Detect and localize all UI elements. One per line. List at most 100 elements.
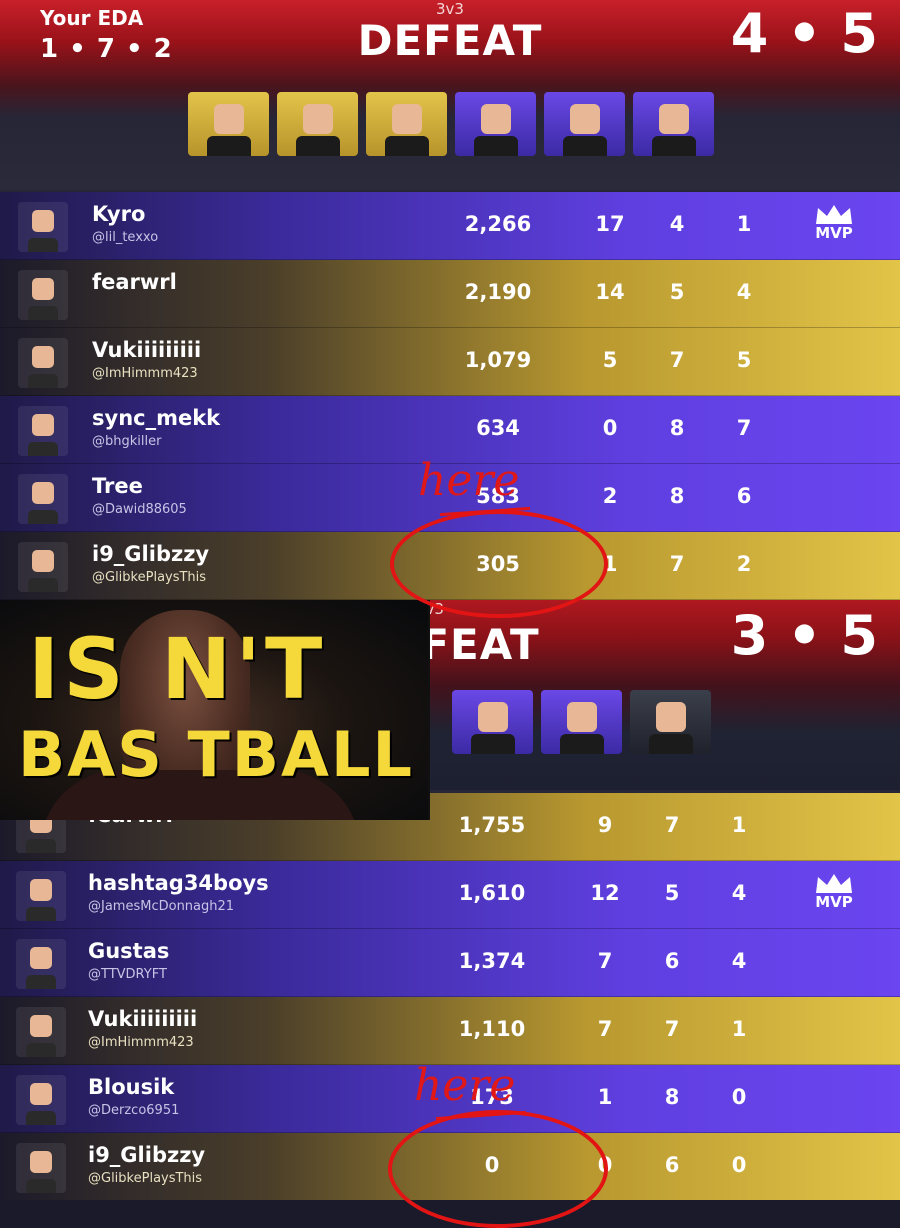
mvp-label: MVP	[815, 224, 853, 242]
player-name: Gustas	[88, 939, 170, 963]
player-name: hashtag34boys	[88, 871, 269, 895]
player-kills: 9	[597, 813, 613, 837]
avatar-body	[26, 907, 56, 921]
avatar-body	[28, 442, 58, 456]
avatar-head	[391, 104, 422, 134]
player-handle: @Derzco6951	[88, 1103, 180, 1118]
mvp-badge: MVP	[806, 873, 862, 911]
avatar-body	[206, 136, 251, 156]
avatar-head	[658, 104, 689, 134]
player-handle: @ImHimmm423	[88, 1035, 194, 1050]
player-kills: 7	[597, 1017, 613, 1041]
avatar-body	[473, 136, 518, 156]
player-assists: 1	[731, 1017, 747, 1041]
player-row[interactable]: Kyro @lil_texxo 2,266 17 4 1 MVP	[0, 192, 900, 260]
player-row[interactable]: hashtag34boys @JamesMcDonnagh21 1,610 12 5 4 M…	[0, 861, 900, 929]
player-deaths: 6	[664, 1153, 680, 1177]
avatar-body	[28, 306, 58, 320]
meme-thumbnail: IS N'T BAS TBALL	[0, 600, 430, 820]
player-avatar	[541, 690, 622, 754]
crown-icon	[816, 205, 852, 224]
player-kills: 0	[602, 416, 618, 440]
avatar-body	[26, 1043, 56, 1057]
player-avatar	[544, 92, 625, 156]
crown-icon	[816, 874, 852, 893]
player-name: Tree	[92, 474, 143, 498]
avatar-head	[213, 104, 244, 134]
avatar-body	[562, 136, 607, 156]
player-avatar	[18, 406, 68, 456]
player-kills: 12	[590, 881, 620, 905]
player-handle: @ImHimmm423	[92, 366, 198, 381]
player-kills: 5	[602, 348, 618, 372]
avatar-head	[477, 702, 508, 732]
player-avatar	[18, 338, 68, 388]
avatar-head	[32, 414, 54, 436]
player-avatar	[366, 92, 447, 156]
player-row[interactable]: Vukiiiiiiiii @ImHimmm423 1,079 5 7 5	[0, 328, 900, 396]
player-name: Kyro	[92, 202, 146, 226]
annotation-circle-1	[390, 510, 608, 618]
thumbnail-text-top: IS N'T	[28, 620, 327, 718]
player-kills: 1	[597, 1085, 613, 1109]
player-assists: 4	[736, 280, 752, 304]
mvp-label: MVP	[815, 893, 853, 911]
avatar-head	[32, 482, 54, 504]
player-assists: 1	[731, 813, 747, 837]
avatar-body	[384, 136, 429, 156]
avatar-body	[28, 238, 58, 252]
player-kills: 2	[602, 484, 618, 508]
annotation-here-1: here	[418, 455, 520, 506]
player-deaths: 5	[664, 881, 680, 905]
player-handle: @GlibkePlaysThis	[88, 1171, 203, 1186]
player-deaths: 7	[664, 1017, 680, 1041]
player-handle: @TTVDRYFT	[88, 967, 167, 982]
player-row[interactable]: fearwrl 2,190 14 5 4	[0, 260, 900, 328]
match-score: 4 • 5	[730, 2, 878, 65]
avatar-body	[651, 136, 696, 156]
avatar-head	[30, 1151, 52, 1173]
player-name: Blousik	[88, 1075, 175, 1099]
player-assists: 2	[736, 552, 752, 576]
avatar-body	[26, 839, 56, 853]
player-points: 2,266	[464, 212, 532, 236]
player-handle: @Dawid88605	[92, 502, 187, 517]
player-deaths: 7	[669, 552, 685, 576]
player-points: 634	[476, 416, 520, 440]
player-handle: @bhgkiller	[92, 434, 162, 449]
player-deaths: 8	[664, 1085, 680, 1109]
match-score: 3 • 5	[730, 604, 878, 667]
avatar-head	[30, 1015, 52, 1037]
avatar-head	[30, 947, 52, 969]
player-name: i9_Glibzzy	[88, 1143, 206, 1167]
player-points: 1,110	[458, 1017, 526, 1041]
player-row[interactable]: sync_mekk @bhgkiller 634 0 8 7	[0, 396, 900, 464]
player-assists: 4	[731, 881, 747, 905]
player-assists: 6	[736, 484, 752, 508]
avatar-head	[32, 550, 54, 572]
avatar-head	[30, 1083, 52, 1105]
avatar-body	[470, 734, 515, 754]
avatar-head	[32, 346, 54, 368]
player-points: 2,190	[464, 280, 532, 304]
player-avatar	[630, 690, 711, 754]
player-points: 1,374	[458, 949, 526, 973]
avatar-head	[302, 104, 333, 134]
player-avatar	[16, 871, 66, 921]
player-handle: @GlibkePlaysThis	[92, 570, 207, 585]
player-row[interactable]: Gustas @TTVDRYFT 1,374 7 6 4	[0, 929, 900, 997]
player-avatar	[18, 542, 68, 592]
avatar-body	[295, 136, 340, 156]
player-row[interactable]: Vukiiiiiiiii @ImHimmm423 1,110 7 7 1	[0, 997, 900, 1065]
player-deaths: 7	[669, 348, 685, 372]
avatar-body	[28, 510, 58, 524]
player-avatar	[455, 92, 536, 156]
player-assists: 1	[736, 212, 752, 236]
player-avatar	[277, 92, 358, 156]
avatar-head	[566, 702, 597, 732]
player-name: i9_Glibzzy	[92, 542, 210, 566]
player-name: sync_mekk	[92, 406, 221, 430]
avatar-body	[28, 374, 58, 388]
avatar-body	[26, 975, 56, 989]
player-kills: 14	[595, 280, 625, 304]
